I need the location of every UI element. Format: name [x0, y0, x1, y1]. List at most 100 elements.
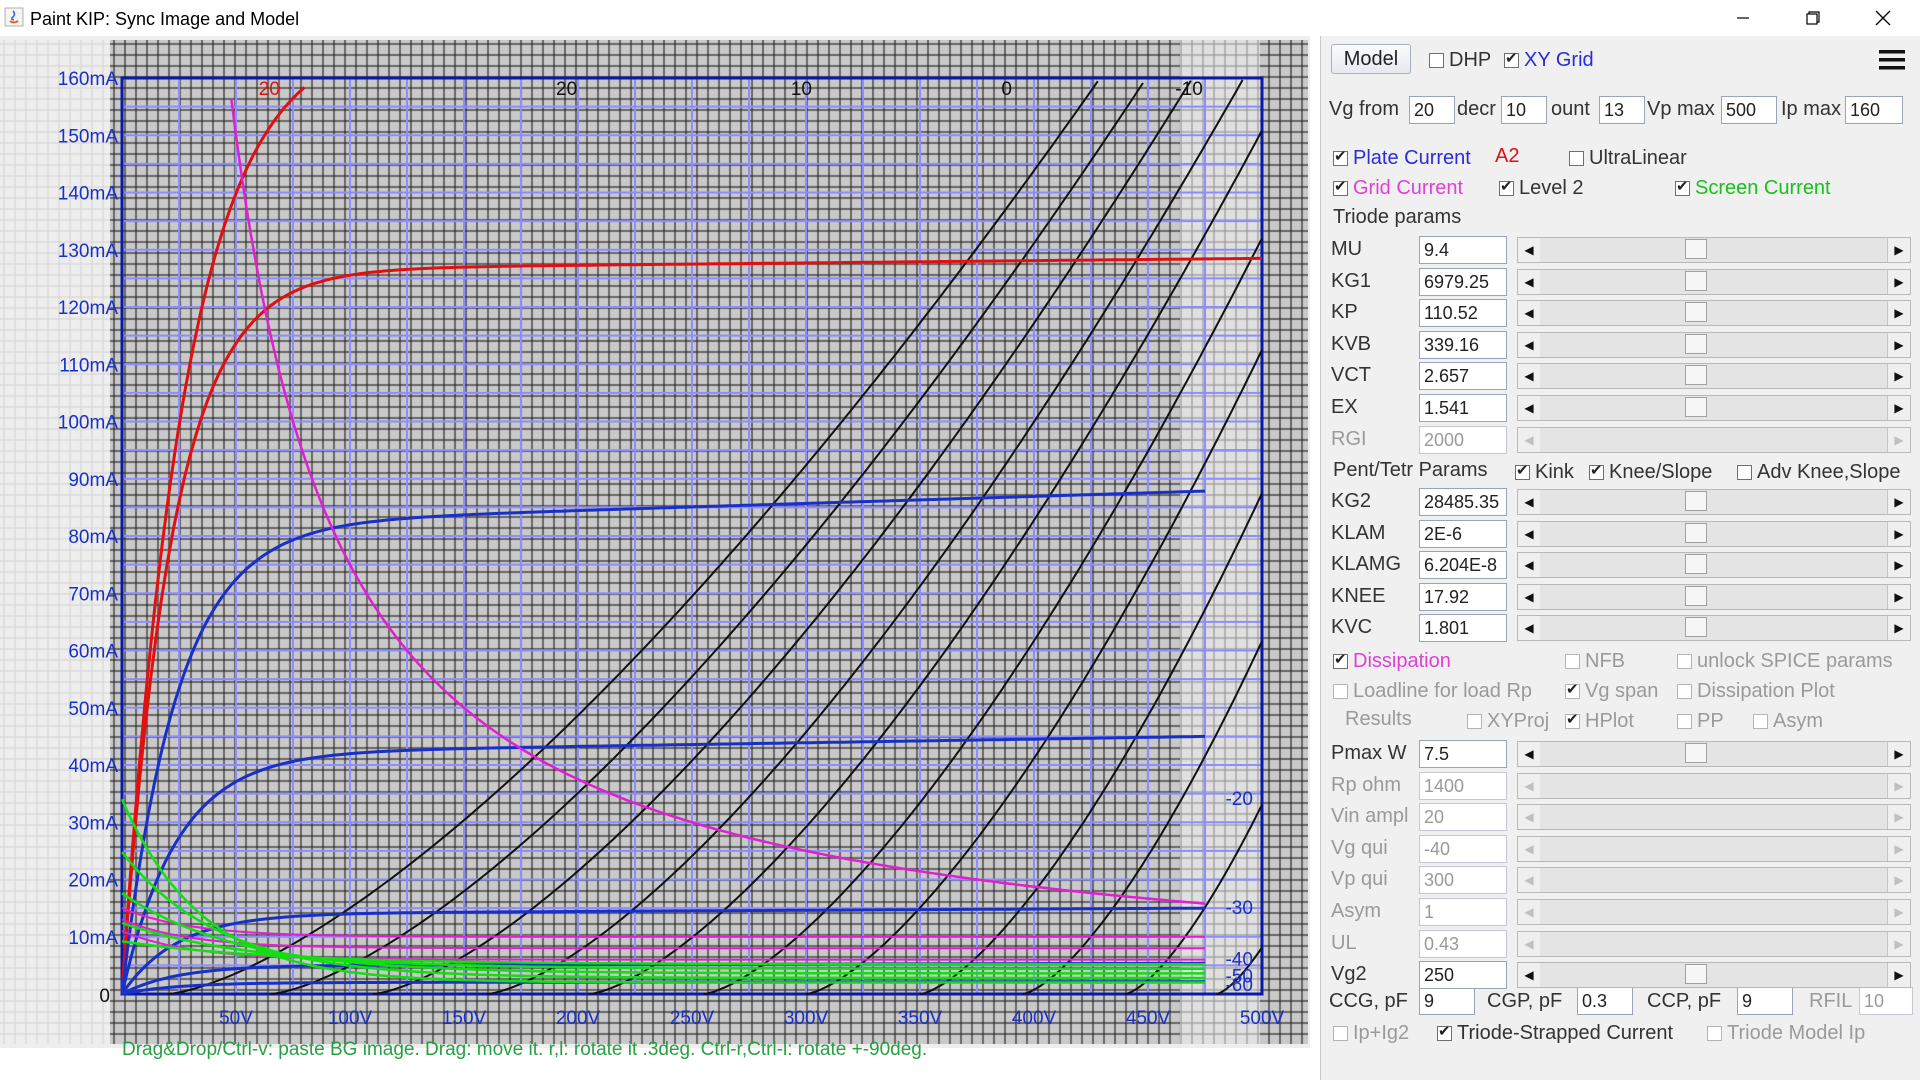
- slider-track[interactable]: [1540, 364, 1888, 389]
- slider-right-arrow-icon[interactable]: ▶: [1887, 836, 1910, 861]
- klam-input[interactable]: 2E-6: [1419, 519, 1507, 548]
- slider-right-arrow-icon[interactable]: ▶: [1887, 805, 1910, 830]
- restore-button[interactable]: [1783, 0, 1843, 36]
- slider-track[interactable]: [1540, 868, 1888, 893]
- slider-track[interactable]: [1540, 332, 1888, 357]
- vg-span-checkbox[interactable]: Vg span: [1565, 680, 1658, 703]
- slider-right-arrow-icon[interactable]: ▶: [1887, 332, 1910, 357]
- slider-left-arrow-icon[interactable]: ◀: [1518, 868, 1541, 893]
- hamburger-menu-button[interactable]: [1879, 49, 1905, 71]
- vg2-slider[interactable]: ◀ ▶: [1517, 962, 1911, 989]
- ccg-input[interactable]: 9: [1419, 987, 1475, 1015]
- slider-left-arrow-icon[interactable]: ◀: [1518, 616, 1541, 641]
- vin-ampl-input[interactable]: 20: [1419, 803, 1507, 832]
- knee-input[interactable]: 17.92: [1419, 582, 1507, 611]
- slider-thumb[interactable]: [1685, 302, 1707, 323]
- close-button[interactable]: [1853, 0, 1913, 36]
- vg-qui-input[interactable]: -40: [1419, 834, 1507, 863]
- slider-thumb[interactable]: [1685, 397, 1707, 417]
- slider-track[interactable]: [1540, 931, 1888, 956]
- knee-slider[interactable]: ◀ ▶: [1517, 583, 1911, 610]
- vp-qui-input[interactable]: 300: [1419, 866, 1507, 895]
- vg-from-input[interactable]: 20: [1409, 96, 1455, 124]
- kg1-input[interactable]: 6979.25: [1419, 267, 1507, 296]
- slider-track[interactable]: [1540, 900, 1888, 924]
- slider-track[interactable]: [1540, 269, 1888, 294]
- adv-knee-slope-checkbox[interactable]: Adv Knee,Slope: [1737, 461, 1900, 484]
- slider-right-arrow-icon[interactable]: ▶: [1887, 900, 1910, 924]
- vct-slider[interactable]: ◀ ▶: [1517, 363, 1911, 390]
- triode-model-ip-checkbox[interactable]: Triode Model Ip: [1707, 1022, 1865, 1045]
- slider-left-arrow-icon[interactable]: ◀: [1518, 364, 1541, 389]
- klam-slider[interactable]: ◀ ▶: [1517, 520, 1911, 547]
- slider-right-arrow-icon[interactable]: ▶: [1887, 773, 1910, 798]
- slider-left-arrow-icon[interactable]: ◀: [1518, 269, 1541, 294]
- slider-left-arrow-icon[interactable]: ◀: [1518, 931, 1541, 956]
- klamg-input[interactable]: 6.204E-8: [1419, 551, 1507, 580]
- slider-left-arrow-icon[interactable]: ◀: [1518, 773, 1541, 798]
- cgp-input[interactable]: 0.3: [1577, 987, 1633, 1015]
- vp-max-input[interactable]: 500: [1721, 96, 1777, 124]
- slider-thumb[interactable]: [1685, 554, 1707, 575]
- ul-slider[interactable]: ◀ ▶: [1517, 930, 1911, 957]
- slider-thumb[interactable]: [1685, 964, 1707, 985]
- rp-ohm-slider[interactable]: ◀ ▶: [1517, 772, 1911, 799]
- rgi-slider[interactable]: ◀ ▶: [1517, 426, 1911, 453]
- dissipation-checkbox[interactable]: Dissipation: [1333, 650, 1451, 673]
- slider-thumb[interactable]: [1685, 585, 1707, 606]
- vp-qui-slider[interactable]: ◀ ▶: [1517, 867, 1911, 894]
- kp-slider[interactable]: ◀ ▶: [1517, 300, 1911, 327]
- slider-track[interactable]: [1540, 805, 1888, 830]
- triode-strapped-checkbox[interactable]: Triode-Strapped Current: [1437, 1022, 1673, 1045]
- slider-track[interactable]: [1540, 301, 1888, 326]
- slider-left-arrow-icon[interactable]: ◀: [1518, 584, 1541, 609]
- slider-track[interactable]: [1540, 584, 1888, 609]
- slider-left-arrow-icon[interactable]: ◀: [1518, 521, 1541, 546]
- slider-right-arrow-icon[interactable]: ▶: [1887, 364, 1910, 389]
- decr-input[interactable]: 10: [1501, 96, 1547, 124]
- kg1-slider[interactable]: ◀ ▶: [1517, 268, 1911, 295]
- slider-track[interactable]: [1540, 427, 1888, 452]
- slider-track[interactable]: [1540, 396, 1888, 420]
- vct-input[interactable]: 2.657: [1419, 362, 1507, 391]
- slider-right-arrow-icon[interactable]: ▶: [1887, 584, 1910, 609]
- kvb-input[interactable]: 339.16: [1419, 330, 1507, 359]
- slider-left-arrow-icon[interactable]: ◀: [1518, 396, 1541, 420]
- pmax-w-input[interactable]: 7.5: [1419, 740, 1507, 768]
- asym-checkbox[interactable]: Asym: [1753, 710, 1823, 733]
- unlock-spice-checkbox[interactable]: unlock SPICE params: [1677, 650, 1893, 673]
- level2-checkbox[interactable]: Level 2: [1499, 177, 1584, 200]
- slider-thumb[interactable]: [1685, 365, 1707, 386]
- pmax-w-slider[interactable]: ◀ ▶: [1517, 741, 1911, 767]
- kink-checkbox[interactable]: Kink: [1515, 461, 1574, 484]
- slider-thumb[interactable]: [1685, 333, 1707, 354]
- slider-left-arrow-icon[interactable]: ◀: [1518, 805, 1541, 830]
- ccp-input[interactable]: 9: [1737, 987, 1793, 1015]
- count-input[interactable]: 13: [1599, 96, 1645, 124]
- loadline-checkbox[interactable]: Loadline for load Rp: [1333, 680, 1532, 703]
- hplot-checkbox[interactable]: HPlot: [1565, 710, 1634, 733]
- ex-input[interactable]: 1.541: [1419, 394, 1507, 422]
- nfb-checkbox[interactable]: NFB: [1565, 650, 1625, 673]
- vg2-input[interactable]: 250: [1419, 961, 1507, 990]
- ul-input[interactable]: 0.43: [1419, 929, 1507, 958]
- slider-left-arrow-icon[interactable]: ◀: [1518, 553, 1541, 578]
- kg2-slider[interactable]: ◀ ▶: [1517, 489, 1911, 515]
- slider-right-arrow-icon[interactable]: ▶: [1887, 238, 1910, 262]
- slider-right-arrow-icon[interactable]: ▶: [1887, 490, 1910, 514]
- slider-left-arrow-icon[interactable]: ◀: [1518, 490, 1541, 514]
- slider-thumb[interactable]: [1685, 270, 1707, 291]
- kvb-slider[interactable]: ◀ ▶: [1517, 331, 1911, 358]
- grid-current-checkbox[interactable]: Grid Current: [1333, 177, 1463, 200]
- pp-checkbox[interactable]: PP: [1677, 710, 1724, 733]
- slider-right-arrow-icon[interactable]: ▶: [1887, 742, 1910, 766]
- mu-slider[interactable]: ◀ ▶: [1517, 237, 1911, 263]
- slider-thumb[interactable]: [1685, 617, 1707, 638]
- klamg-slider[interactable]: ◀ ▶: [1517, 552, 1911, 579]
- ip-ig2-checkbox[interactable]: Ip+Ig2: [1333, 1022, 1409, 1045]
- ip-max-input[interactable]: 160: [1845, 96, 1903, 124]
- slider-left-arrow-icon[interactable]: ◀: [1518, 963, 1541, 988]
- slider-right-arrow-icon[interactable]: ▶: [1887, 396, 1910, 420]
- slider-track[interactable]: [1540, 553, 1888, 578]
- plot-canvas[interactable]: 50V 100V 150V 200V 250V 300V 350V 400V 450V 500V 1…: [0, 36, 1320, 1080]
